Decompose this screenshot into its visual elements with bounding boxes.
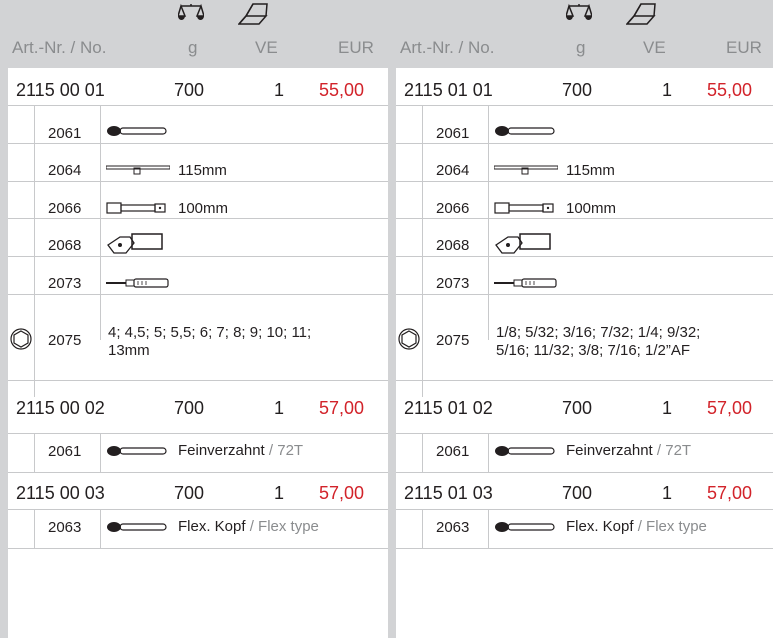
item-text-en: / 72T — [656, 442, 692, 459]
item-text: Flex. Kopf / Flex type — [178, 518, 319, 535]
item-number: 2066 — [436, 200, 470, 217]
item-text: 115mm — [566, 162, 615, 179]
screwdriver-icon — [494, 277, 558, 289]
header-weight: g — [188, 38, 198, 57]
item-number: 2061 — [436, 443, 470, 460]
item-number: 2061 — [48, 125, 82, 142]
left-column: Art.-Nr. / No. g VE EUR 2115 00 01 700 1… — [8, 0, 388, 638]
weight: 700 — [174, 398, 205, 418]
tbar-icon — [106, 163, 170, 175]
item-number: 2063 — [48, 519, 82, 536]
weight: 700 — [562, 398, 593, 418]
pack-unit: 1 — [662, 80, 673, 100]
screwdriver-icon — [106, 277, 170, 289]
item-text-en: / Flex type — [637, 518, 707, 535]
sizes-line-2: 13mm — [108, 342, 150, 359]
item-text-en: / 72T — [268, 442, 304, 459]
hex-socket-icon — [10, 328, 32, 350]
weight-scale-icon — [566, 2, 592, 26]
sizes-line-2: 5/16; 11/32; 3/8; 7/16; 1/2”AF — [496, 342, 691, 359]
item-text: Feinverzahnt / 72T — [178, 442, 303, 459]
article-number: 2115 01 01 — [404, 80, 493, 100]
header-eur: EUR — [726, 38, 762, 57]
flex-head-ratchet-icon — [106, 521, 170, 533]
header-art-no: Art.-Nr. / No. — [400, 38, 495, 57]
ratchet-icon — [494, 125, 558, 137]
item-number: 2064 — [436, 162, 470, 179]
sizes-line-1: 1/8; 5/32; 3/16; 7/32; 1/4; 9/32; — [496, 324, 701, 341]
article-number: 2115 01 03 — [404, 483, 493, 503]
header-ve: VE — [643, 38, 666, 57]
article-number: 2115 01 02 — [404, 398, 493, 418]
adapter-icon — [494, 231, 558, 257]
price: 55,00 — [319, 80, 365, 100]
item-sizes: 4; 4,5; 5; 5,5; 6; 7; 8; 9; 10; 11; 13mm — [108, 324, 311, 360]
right-column: Art.-Nr. / No. g VE EUR 2115 01 01 700 1… — [396, 0, 773, 638]
article-number: 2115 00 01 — [16, 80, 105, 100]
item-number: 2066 — [48, 200, 82, 217]
item-number: 2073 — [436, 275, 470, 292]
price: 55,00 — [707, 80, 753, 100]
weight: 700 — [174, 483, 205, 503]
flex-head-ratchet-icon — [494, 521, 558, 533]
item-text-de: Feinverzahnt — [566, 442, 653, 459]
pack-unit: 1 — [662, 483, 673, 503]
item-number: 2075 — [436, 332, 470, 349]
tbar-icon — [494, 163, 558, 175]
extension-bar-icon — [106, 202, 170, 214]
weight: 700 — [562, 483, 593, 503]
product-panel: 2115 00 01 700 1 55,00 2061 2064 115mm 2… — [8, 68, 388, 638]
article-number: 2115 00 02 — [16, 398, 105, 418]
article-number: 2115 00 03 — [16, 483, 105, 503]
item-text: Flex. Kopf / Flex type — [566, 518, 707, 535]
item-number: 2075 — [48, 332, 82, 349]
column-header: Art.-Nr. / No. g VE EUR — [396, 0, 773, 64]
ratchet-icon — [494, 445, 558, 457]
item-number: 2061 — [436, 125, 470, 142]
weight: 700 — [562, 80, 593, 100]
header-weight: g — [576, 38, 586, 57]
header-art-no: Art.-Nr. / No. — [12, 38, 107, 57]
item-text: 100mm — [566, 200, 617, 217]
item-text-de: Flex. Kopf — [178, 518, 246, 535]
price: 57,00 — [707, 398, 753, 418]
price: 57,00 — [319, 483, 365, 503]
box-icon — [238, 2, 268, 26]
header-eur: EUR — [338, 38, 374, 57]
weight-scale-icon — [178, 2, 204, 26]
item-number: 2068 — [436, 237, 470, 254]
pack-unit: 1 — [274, 483, 285, 503]
item-number: 2063 — [436, 519, 470, 536]
box-icon — [626, 2, 656, 26]
extension-bar-icon — [494, 202, 558, 214]
ratchet-icon — [106, 445, 170, 457]
item-text: Feinverzahnt / 72T — [566, 442, 691, 459]
adapter-icon — [106, 231, 170, 257]
ratchet-icon — [106, 125, 170, 137]
pack-unit: 1 — [662, 398, 673, 418]
item-text-de: Feinverzahnt — [178, 442, 265, 459]
item-text: 100mm — [178, 200, 229, 217]
pack-unit: 1 — [274, 398, 285, 418]
header-ve: VE — [255, 38, 278, 57]
pack-unit: 1 — [274, 80, 285, 100]
price: 57,00 — [319, 398, 365, 418]
item-text-de: Flex. Kopf — [566, 518, 634, 535]
item-number: 2064 — [48, 162, 82, 179]
weight: 700 — [174, 80, 205, 100]
item-sizes: 1/8; 5/32; 3/16; 7/32; 1/4; 9/32; 5/16; … — [496, 324, 700, 360]
column-header: Art.-Nr. / No. g VE EUR — [8, 0, 388, 64]
item-text-en: / Flex type — [249, 518, 319, 535]
hex-socket-icon — [398, 328, 420, 350]
product-panel: 2115 01 01 700 1 55,00 2061 2064 115mm 2… — [396, 68, 773, 638]
item-text: 115mm — [178, 162, 227, 179]
item-number: 2068 — [48, 237, 82, 254]
item-number: 2073 — [48, 275, 82, 292]
sizes-line-1: 4; 4,5; 5; 5,5; 6; 7; 8; 9; 10; 11; — [108, 324, 312, 341]
item-number: 2061 — [48, 443, 82, 460]
price: 57,00 — [707, 483, 753, 503]
